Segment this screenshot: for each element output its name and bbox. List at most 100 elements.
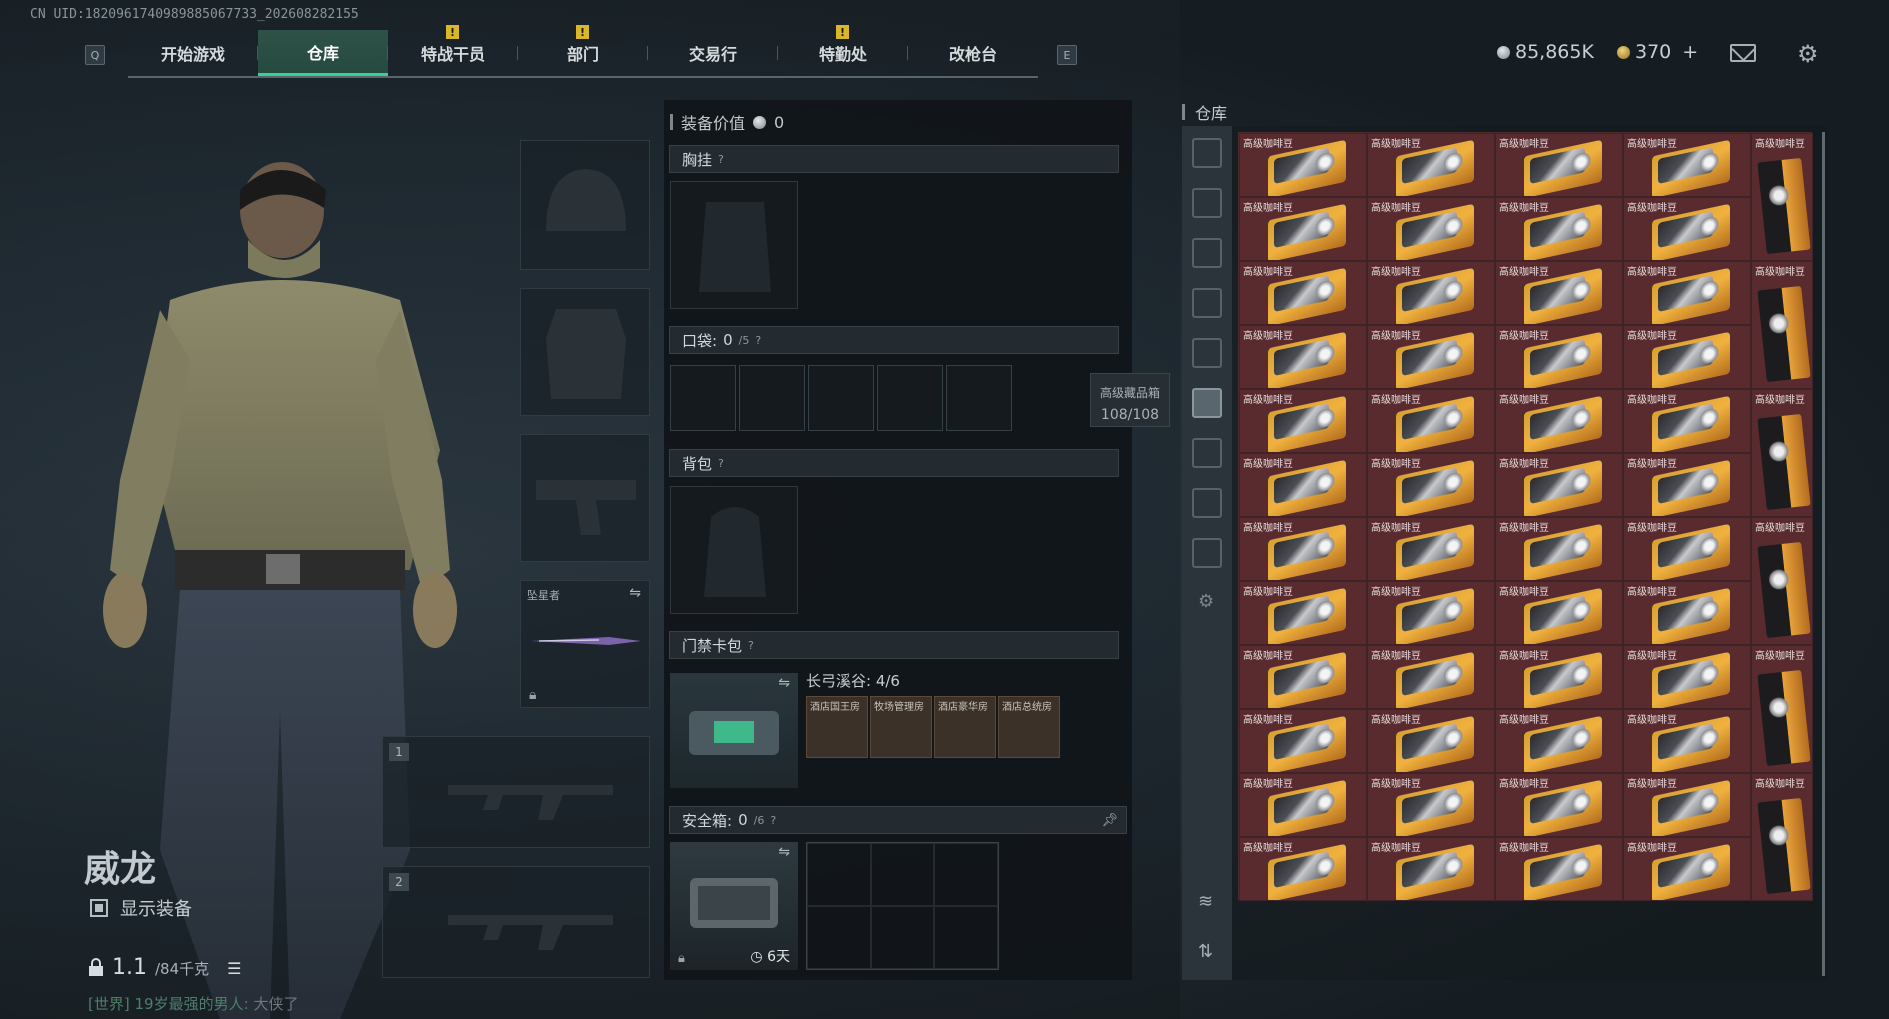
storage-item[interactable]: 高级咖啡豆 (1495, 837, 1623, 901)
storage-filter-6-icon[interactable] (1192, 438, 1222, 468)
pocket-slot[interactable] (739, 365, 805, 431)
storage-item[interactable]: 高级咖啡豆 (1367, 325, 1495, 389)
storage-item[interactable]: 高级咖啡豆 (1367, 517, 1495, 581)
tab-1[interactable]: 仓库 (258, 30, 388, 76)
pocket-slot[interactable] (946, 365, 1012, 431)
storage-item[interactable]: 高级咖啡豆 (1623, 133, 1751, 197)
storage-item[interactable]: 高级咖啡豆 (1239, 517, 1367, 581)
help-icon[interactable]: ? (718, 153, 724, 166)
keycard-item[interactable]: 酒店国王房 (806, 696, 868, 758)
pistol-slot[interactable] (520, 434, 650, 562)
tab-4[interactable]: 交易行 (648, 30, 778, 76)
storage-item[interactable]: 高级咖啡豆 (1751, 389, 1813, 517)
storage-item[interactable]: 高级咖啡豆 (1751, 261, 1813, 389)
pocket-slot[interactable] (808, 365, 874, 431)
storage-item[interactable]: 高级咖啡豆 (1367, 197, 1495, 261)
keycard-item[interactable]: 酒店豪华房 (934, 696, 996, 758)
keycard-case-slot[interactable]: ⇋ (670, 673, 798, 788)
storage-item[interactable]: 高级咖啡豆 (1239, 261, 1367, 325)
storage-item[interactable]: 高级咖啡豆 (1495, 773, 1623, 837)
swap-icon[interactable]: ⇋ (778, 844, 790, 860)
storage-filter-1-icon[interactable] (1192, 188, 1222, 218)
primary-weapon-slot-1[interactable]: 1 (382, 736, 650, 848)
e-key-hint[interactable]: E (1057, 45, 1077, 65)
storage-item[interactable]: 高级咖啡豆 (1367, 133, 1495, 197)
storage-filter-2-icon[interactable] (1192, 238, 1222, 268)
storage-item[interactable]: 高级咖啡豆 (1367, 581, 1495, 645)
storage-item[interactable]: 高级咖啡豆 (1239, 581, 1367, 645)
q-key-hint[interactable]: Q (85, 45, 105, 65)
tab-6[interactable]: 改枪台 (908, 30, 1038, 76)
backpack-slot[interactable] (670, 486, 798, 614)
pin-icon[interactable]: 📌︎ (1101, 813, 1118, 828)
storage-filter-8-icon[interactable] (1192, 538, 1222, 568)
settings-gear-icon[interactable]: ⚙ (1797, 40, 1819, 68)
show-equipment-toggle[interactable]: 显示装备 (90, 895, 192, 921)
tab-5[interactable]: 特勤处! (778, 25, 908, 76)
storage-item[interactable]: 高级咖啡豆 (1367, 389, 1495, 453)
add-currency-button[interactable]: + (1682, 41, 1698, 63)
storage-item[interactable]: 高级咖啡豆 (1623, 389, 1751, 453)
storage-item[interactable]: 高级咖啡豆 (1623, 261, 1751, 325)
storage-item[interactable]: 高级咖啡豆 (1367, 709, 1495, 773)
storage-item[interactable]: 高级咖啡豆 (1495, 453, 1623, 517)
storage-item[interactable]: 高级咖啡豆 (1239, 773, 1367, 837)
storage-item[interactable]: 高级咖啡豆 (1751, 645, 1813, 773)
storage-item[interactable]: 高级咖啡豆 (1495, 709, 1623, 773)
storage-item[interactable]: 高级咖啡豆 (1367, 837, 1495, 901)
storage-item[interactable]: 高级咖啡豆 (1367, 453, 1495, 517)
help-icon[interactable]: ? (718, 457, 724, 470)
storage-item[interactable]: 高级咖啡豆 (1495, 325, 1623, 389)
storage-item[interactable]: 高级咖啡豆 (1495, 261, 1623, 325)
sort-icon[interactable]: ⇅ (1198, 941, 1213, 962)
storage-item[interactable]: 高级咖啡豆 (1623, 325, 1751, 389)
storage-item[interactable]: 高级咖啡豆 (1495, 133, 1623, 197)
help-icon[interactable]: ? (755, 334, 761, 347)
storage-item[interactable]: 高级咖啡豆 (1623, 773, 1751, 837)
storage-filter-collection-icon[interactable] (1192, 388, 1222, 418)
world-chat-line[interactable]: [世界] 19岁最强的男人: 大侠了 (88, 993, 298, 1014)
storage-item[interactable]: 高级咖啡豆 (1367, 261, 1495, 325)
storage-item[interactable]: 高级咖啡豆 (1623, 453, 1751, 517)
help-icon[interactable]: ? (770, 814, 776, 827)
storage-item[interactable]: 高级咖啡豆 (1239, 197, 1367, 261)
storage-item[interactable]: 高级咖啡豆 (1367, 773, 1495, 837)
storage-item[interactable]: 高级咖啡豆 (1623, 581, 1751, 645)
pocket-slot[interactable] (670, 365, 736, 431)
storage-scrollbar[interactable] (1822, 132, 1825, 976)
storage-item[interactable]: 高级咖啡豆 (1623, 517, 1751, 581)
tab-0[interactable]: 开始游戏 (128, 30, 258, 76)
safe-box-grid[interactable] (806, 842, 999, 970)
stack-layers-icon[interactable]: ≋ (1198, 891, 1213, 912)
keycard-item[interactable]: 牧场管理房 (870, 696, 932, 758)
keycard-item[interactable]: 酒店总统房 (998, 696, 1060, 758)
primary-weapon-slot-2[interactable]: 2 (382, 866, 650, 978)
storage-item[interactable]: 高级咖啡豆 (1623, 837, 1751, 901)
pocket-slot[interactable] (877, 365, 943, 431)
storage-item[interactable]: 高级咖啡豆 (1751, 773, 1813, 901)
safe-box-slot[interactable]: ⇋ 🔒︎ ◷ 6天 (670, 842, 798, 970)
storage-item[interactable]: 高级咖啡豆 (1495, 645, 1623, 709)
storage-item[interactable]: 高级咖啡豆 (1239, 325, 1367, 389)
tab-3[interactable]: 部门! (518, 25, 648, 76)
help-icon[interactable]: ? (748, 639, 754, 652)
storage-item[interactable]: 高级咖啡豆 (1623, 645, 1751, 709)
storage-filter-helmet-icon[interactable] (1192, 138, 1222, 168)
storage-item[interactable]: 高级咖啡豆 (1239, 389, 1367, 453)
storage-settings-gear-icon[interactable]: ⚙ (1198, 591, 1214, 612)
storage-filter-3-icon[interactable] (1192, 288, 1222, 318)
storage-item[interactable]: 高级咖啡豆 (1495, 389, 1623, 453)
storage-filter-7-icon[interactable] (1192, 488, 1222, 518)
tab-2[interactable]: 特战干员! (388, 25, 518, 76)
storage-item[interactable]: 高级咖啡豆 (1239, 645, 1367, 709)
storage-item[interactable]: 高级咖啡豆 (1239, 453, 1367, 517)
swap-icon[interactable]: ⇋ (629, 585, 641, 601)
storage-item[interactable]: 高级咖啡豆 (1495, 197, 1623, 261)
storage-filter-4-icon[interactable] (1192, 338, 1222, 368)
storage-item[interactable]: 高级咖啡豆 (1495, 517, 1623, 581)
list-icon[interactable]: ☰ (227, 959, 241, 978)
storage-item[interactable]: 高级咖啡豆 (1239, 837, 1367, 901)
storage-item[interactable]: 高级咖啡豆 (1623, 709, 1751, 773)
swap-icon[interactable]: ⇋ (778, 675, 790, 691)
helmet-slot[interactable] (520, 140, 650, 270)
